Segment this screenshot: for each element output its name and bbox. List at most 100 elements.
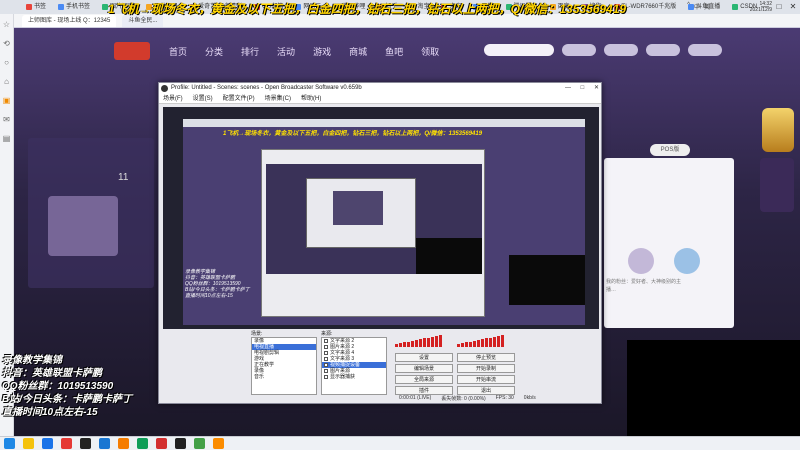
taskbar (0, 436, 800, 450)
start-stream-button[interactable]: 开始串流 (457, 375, 515, 384)
tray-clock[interactable]: 14:32 2021/12/9 (750, 1, 772, 13)
bookmark-icon (26, 4, 32, 10)
game-badge[interactable] (760, 158, 794, 212)
nav-item[interactable]: 鱼吧 (385, 45, 403, 58)
taskbar-app-icon[interactable] (213, 438, 224, 449)
exit-button[interactable]: 退出 (457, 386, 515, 395)
obs-preview[interactable]: 1飞机→现场冬衣，黄金及以下五把，白金四把，钻石三把，钻石以上两把，Q/微信：1… (163, 107, 599, 329)
bookmark-label: TL-WDR7660千兆版 (621, 3, 677, 10)
stop-preview-button[interactable]: 停止预览 (457, 353, 515, 362)
source-visibility-checkbox[interactable] (324, 350, 328, 355)
minimize-button[interactable]: — (565, 85, 571, 91)
taskbar-app-icon[interactable] (194, 438, 205, 449)
taskbar-app-icon[interactable] (99, 438, 110, 449)
maximize-button[interactable]: □ (772, 0, 786, 14)
plugins-button[interactable]: 插件 (395, 386, 453, 395)
history-icon[interactable]: ⟲ (3, 39, 10, 48)
global-sources-button[interactable]: 全局来源 (395, 375, 453, 384)
meter-segment (411, 340, 414, 347)
scene-item[interactable]: 音乐 (252, 374, 316, 380)
taskbar-app-icon[interactable] (61, 438, 72, 449)
overlay-line: QQ粉丝群：1019513590 (2, 381, 114, 392)
nav-item[interactable]: 分类 (205, 45, 223, 58)
clock-date: 2021/12/9 (749, 7, 772, 13)
menu-item[interactable]: 场景集(C) (265, 94, 291, 103)
bookmark-item[interactable]: 书签 (22, 2, 50, 13)
source-visibility-checkbox[interactable] (324, 362, 328, 367)
start-recording-button[interactable]: 开始录制 (457, 364, 515, 373)
tray-expand-icon[interactable]: ^ (687, 2, 690, 11)
mail-icon[interactable]: ✉ (3, 115, 10, 124)
bookmark-label: 书签 (34, 3, 47, 10)
nested-capture: 1飞机→现场冬衣，黄金及以下五把，白金四把，钻石三把，钻石以上两把，Q/微信：1… (183, 119, 585, 325)
menu-item[interactable]: 帮助(H) (301, 94, 321, 103)
meter-segment (465, 342, 468, 347)
taskbar-app-icon[interactable] (175, 438, 186, 449)
nav-item[interactable]: 首页 (169, 45, 187, 58)
menu-item[interactable]: 配置文件(P) (223, 94, 255, 103)
nav-item[interactable]: 游戏 (313, 45, 331, 58)
meter-segment (493, 336, 496, 347)
right-panel (604, 158, 734, 328)
preview-side-text: 录像教学集锦 抖音：英雄联盟卡萨鹏 QQ粉丝群：1019513590 B站/今日… (185, 269, 250, 299)
site-header-button[interactable] (688, 44, 722, 56)
nav-item[interactable]: 商城 (349, 45, 367, 58)
site-nav: 首页 分类 排行 活动 游戏 商城 鱼吧 领取 (14, 38, 800, 64)
menu-item[interactable]: 场景(F) (163, 94, 183, 103)
source-item[interactable]: 显示器捕获 (322, 374, 386, 380)
edit-scene-button[interactable]: 编辑场景 (395, 364, 453, 373)
menu-item[interactable]: 设置(S) (193, 94, 213, 103)
obs-title: Profile: Untitled - Scenes: scenes - Ope… (171, 85, 362, 91)
site-header-button[interactable] (604, 44, 638, 56)
source-visibility-checkbox[interactable] (324, 338, 328, 343)
status-bitrate: 0kb/s (523, 395, 536, 401)
sources-list[interactable]: 文字来源 2 图片来源 2 文字来源 4 文字来源 3 视频捕捉设备 图片来源 显示器捕获 (321, 337, 387, 395)
circle-icon[interactable]: ○ (4, 58, 9, 67)
game-badge[interactable] (762, 108, 794, 152)
obs-menubar: 场景(F) 设置(S) 配置文件(P) 场景集(C) 帮助(H) (159, 94, 601, 104)
settings-button[interactable]: 设置 (395, 353, 453, 362)
nav-item[interactable]: 领取 (421, 45, 439, 58)
browser-tab[interactable]: 上师图库 - 现场上线 Q：12345 (22, 14, 117, 27)
home-icon[interactable]: ⌂ (4, 77, 9, 86)
site-header-button[interactable] (562, 44, 596, 56)
meter-segment (473, 340, 476, 347)
site-header-button[interactable] (646, 44, 680, 56)
meter-segment (435, 336, 438, 347)
taskbar-app-icon[interactable] (4, 438, 15, 449)
system-tray: ^ 中 英 (687, 2, 710, 11)
ime-icon[interactable]: 英 (704, 2, 710, 11)
list-icon[interactable]: ▤ (3, 134, 11, 143)
meter-segment (501, 335, 504, 347)
taskbar-app-icon[interactable] (118, 438, 129, 449)
bookmark-label: 手机书签 (66, 3, 91, 10)
star-icon[interactable]: ☆ (3, 20, 10, 29)
ime-icon[interactable]: 中 (694, 2, 700, 11)
obs-docks: 场景: 录像 电视直播 电视剧剪辑 游戏 正在教学 录像 音乐 来源: 文字来源 2 图片来源… (159, 331, 603, 405)
sources-dock: 来源: 文字来源 2 图片来源 2 文字来源 4 文字来源 3 视频捕捉设备 图片来源 显示… (321, 331, 387, 401)
taskbar-app-icon[interactable] (23, 438, 34, 449)
maximize-button[interactable]: □ (581, 85, 585, 91)
source-visibility-checkbox[interactable] (324, 344, 328, 349)
taskbar-app-icon[interactable] (156, 438, 167, 449)
pos-button[interactable]: POS版 (650, 144, 690, 156)
nav-item[interactable]: 活动 (277, 45, 295, 58)
nav-item[interactable]: 排行 (241, 45, 259, 58)
bookmark-item[interactable]: 手机书签 (54, 2, 94, 13)
taskbar-app-icon[interactable] (80, 438, 91, 449)
nested-browser-bar (183, 119, 585, 127)
taskbar-app-icon[interactable] (42, 438, 53, 449)
source-visibility-checkbox[interactable] (324, 356, 328, 361)
overlay-line: 录像教学集锦 (2, 355, 62, 366)
scenes-list[interactable]: 录像 电视直播 电视剧剪辑 游戏 正在教学 录像 音乐 (251, 337, 317, 395)
close-button[interactable]: ✕ (786, 0, 800, 14)
meter-segment (497, 336, 500, 347)
obs-status-bar: 0:00:01 (LIVE) 丢失帧数: 0 (0.00%) FPS: 30 0… (399, 395, 599, 403)
meter-segment (469, 341, 472, 347)
site-search-input[interactable] (484, 44, 554, 56)
app-icon[interactable]: ▣ (3, 96, 11, 105)
close-button[interactable]: ✕ (594, 85, 599, 91)
source-visibility-checkbox[interactable] (324, 368, 328, 373)
source-visibility-checkbox[interactable] (324, 374, 328, 379)
taskbar-app-icon[interactable] (137, 438, 148, 449)
